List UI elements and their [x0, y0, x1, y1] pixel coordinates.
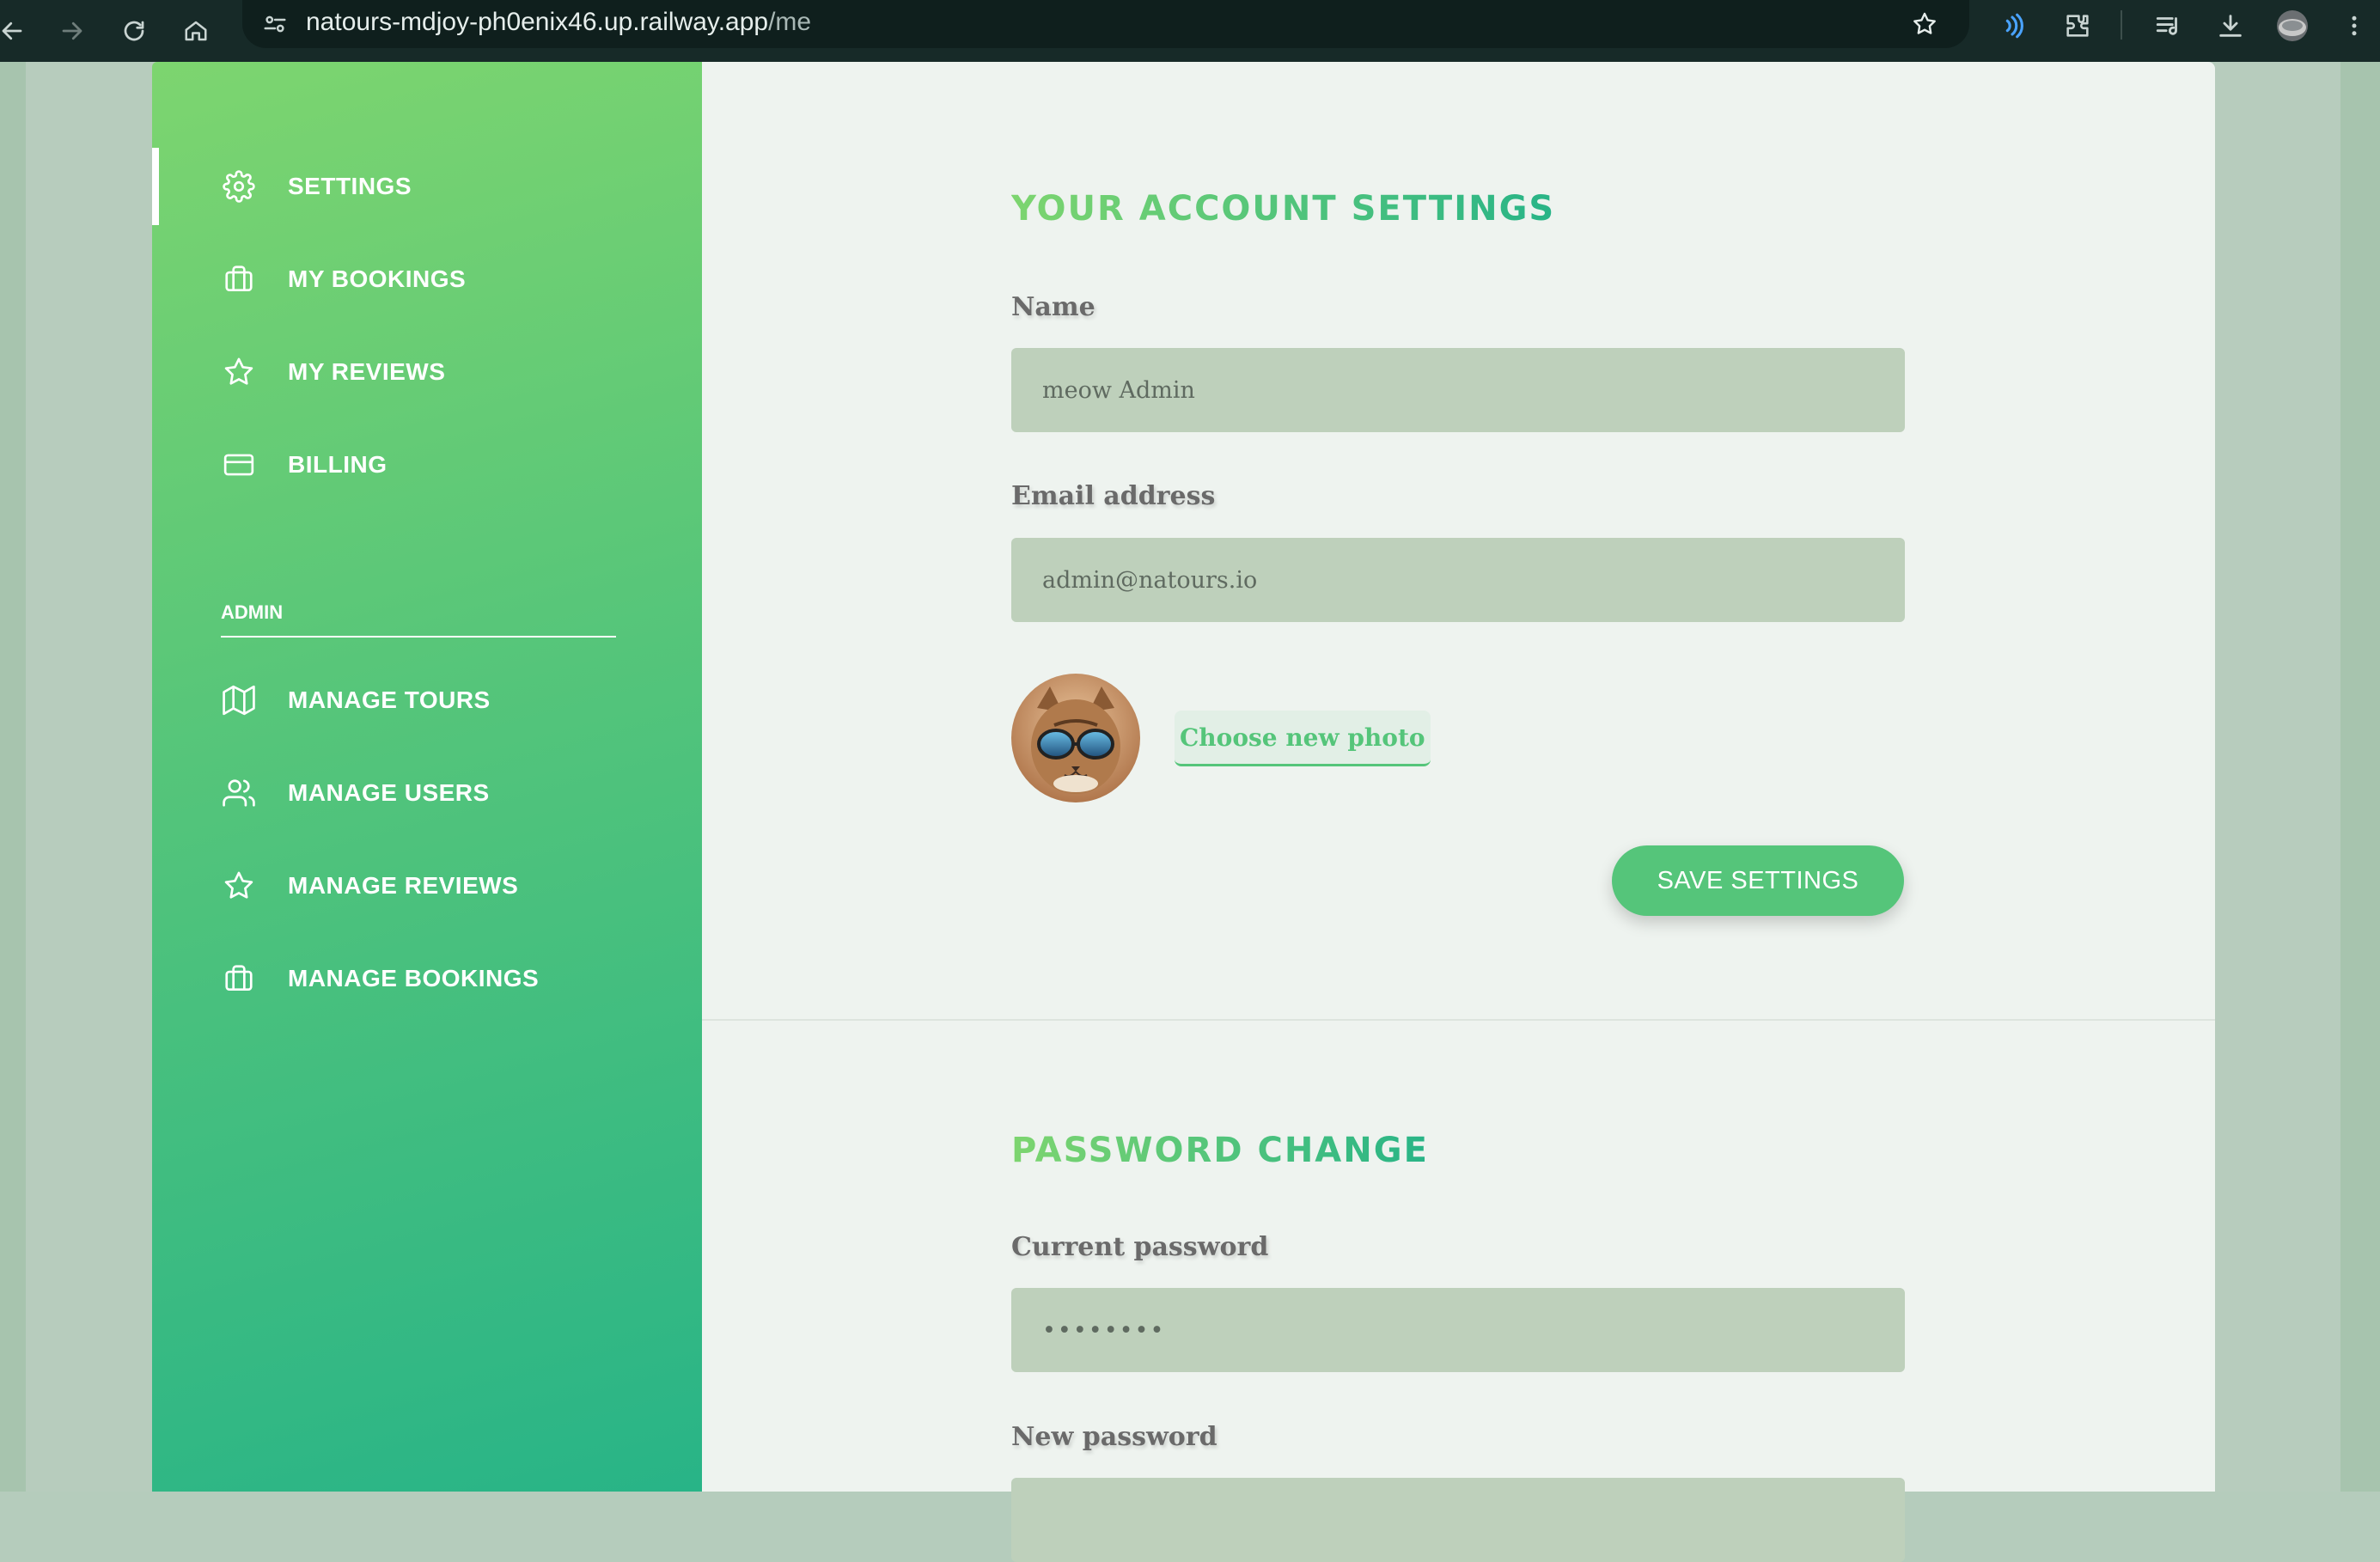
map-icon [221, 682, 257, 718]
download-icon[interactable] [2210, 5, 2251, 46]
home-icon [185, 21, 207, 41]
choose-photo-button[interactable]: Choose new photo [1175, 711, 1431, 766]
gear-icon [221, 168, 257, 204]
sidebar-item-billing[interactable]: BILLING [152, 426, 702, 503]
admin-section-heading: ADMIN [221, 601, 616, 638]
profile-avatar-icon[interactable] [2272, 5, 2313, 46]
user-photo [1011, 674, 1140, 802]
extensions-icon[interactable] [2057, 5, 2098, 46]
sidebar-item-settings[interactable]: SETTINGS [152, 148, 702, 225]
sidebar-item-label: MANAGE USERS [288, 779, 490, 806]
sidebar-item-label: MANAGE TOURS [288, 686, 491, 713]
new-password-input[interactable] [1011, 1478, 1905, 1562]
menu-kebab-icon[interactable] [2334, 5, 2375, 46]
url-host: natours-mdjoy-ph0enix46.up.railway.app [306, 8, 769, 36]
email-input[interactable]: admin@natours.io [1011, 538, 1905, 622]
forward-arrow-icon [62, 21, 82, 40]
credit-card-icon [221, 447, 257, 483]
media-queue-icon[interactable] [2148, 5, 2189, 46]
sidebar-item-label: MANAGE REVIEWS [288, 872, 519, 899]
current-password-label: Current password [1011, 1232, 1269, 1262]
star-icon [221, 868, 257, 904]
sidebar-item-label: MY REVIEWS [288, 358, 446, 385]
user-sidebar: SETTINGS MY BOOKINGS MY REVIEWS BILLING … [152, 62, 702, 1492]
current-password-input[interactable]: •••••••• [1011, 1288, 1905, 1372]
page-background-edge [0, 62, 26, 1492]
new-password-label: New password [1011, 1422, 1217, 1452]
star-icon [221, 354, 257, 390]
sidebar-item-manage-bookings[interactable]: MANAGE BOOKINGS [152, 940, 702, 1017]
sidebar-item-label: BILLING [288, 451, 388, 478]
bookmark-star-icon[interactable] [1906, 5, 1944, 43]
account-main-panel: YOUR ACCOUNT SETTINGS Name meow Admin Em… [702, 62, 2215, 1562]
page-background [2215, 62, 2340, 1492]
browser-toolbar: natours-mdjoy-ph0enix46.up.railway.app/m… [0, 0, 2380, 62]
name-label: Name [1011, 292, 1095, 322]
site-info-icon[interactable] [258, 7, 292, 41]
url-path: /me [768, 8, 812, 36]
toolbar-divider [2121, 10, 2122, 40]
back-button[interactable] [0, 7, 36, 55]
page-background [26, 62, 152, 1492]
users-icon [221, 775, 257, 811]
sidebar-item-label: MANAGE BOOKINGS [288, 965, 540, 992]
section-divider [702, 1019, 2215, 1021]
page-background-edge [2340, 62, 2380, 1492]
sidebar-item-my-bookings[interactable]: MY BOOKINGS [152, 241, 702, 318]
password-change-title: PASSWORD CHANGE [1011, 1131, 1429, 1170]
save-settings-button[interactable]: SAVE SETTINGS [1612, 845, 1904, 916]
briefcase-icon [221, 261, 257, 297]
email-label: Email address [1011, 481, 1216, 511]
address-bar[interactable]: natours-mdjoy-ph0enix46.up.railway.app/m… [242, 0, 1969, 48]
name-input[interactable]: meow Admin [1011, 348, 1905, 432]
briefcase-icon [221, 961, 257, 997]
sidebar-item-manage-reviews[interactable]: MANAGE REVIEWS [152, 847, 702, 924]
sidebar-item-my-reviews[interactable]: MY REVIEWS [152, 333, 702, 411]
read-aloud-icon[interactable] [1992, 5, 2033, 46]
account-settings-title: YOUR ACCOUNT SETTINGS [1011, 189, 1556, 229]
sidebar-item-manage-tours[interactable]: MANAGE TOURS [152, 662, 702, 739]
url-text: natours-mdjoy-ph0enix46.up.railway.app/m… [306, 5, 811, 40]
sidebar-item-label: SETTINGS [288, 173, 412, 199]
back-arrow-icon [2, 21, 22, 40]
sidebar-item-manage-users[interactable]: MANAGE USERS [152, 754, 702, 832]
home-button[interactable] [172, 7, 220, 55]
forward-button[interactable] [48, 7, 96, 55]
sidebar-item-label: MY BOOKINGS [288, 265, 467, 292]
reload-icon [124, 21, 144, 41]
reload-button[interactable] [110, 7, 158, 55]
